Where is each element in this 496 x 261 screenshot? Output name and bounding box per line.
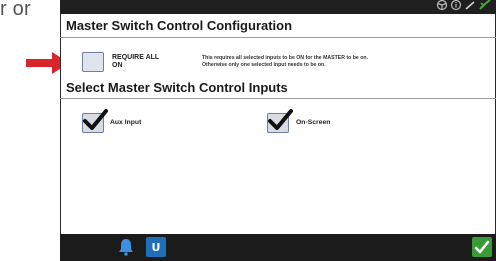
steering-wheel-icon xyxy=(436,0,448,16)
section-divider xyxy=(60,37,496,38)
inputs-section-title: Select Master Switch Control Inputs xyxy=(66,80,288,95)
pen-icon xyxy=(464,0,476,16)
aux-input-checkbox[interactable] xyxy=(82,109,108,133)
bottom-toolbar: U xyxy=(60,234,496,261)
alarm-button[interactable] xyxy=(116,237,136,257)
status-icons xyxy=(436,0,492,14)
section-divider xyxy=(60,98,496,99)
checkmark-icon xyxy=(474,240,490,254)
aux-input-label: Aux Input xyxy=(110,119,142,126)
checkmark-icon xyxy=(268,109,293,130)
config-section-title: Master Switch Control Configuration xyxy=(66,18,293,33)
ut-icon: U xyxy=(151,240,161,254)
universal-terminal-button[interactable]: U xyxy=(146,237,166,257)
description-line-2: Otherwise only one selected input needs … xyxy=(202,62,326,68)
require-all-description: This requires all selected inputs to be … xyxy=(202,55,482,69)
display-screen: Master Switch Control Configuration REQU… xyxy=(60,0,496,261)
on-screen-checkbox[interactable] xyxy=(267,109,293,133)
description-line-1: This requires all selected inputs to be … xyxy=(202,55,369,61)
checkmark-icon xyxy=(83,109,108,130)
info-icon xyxy=(450,0,462,16)
require-all-label: REQUIRE ALL ON xyxy=(112,54,182,70)
on-screen-label: On-Screen xyxy=(296,119,331,126)
satellite-icon xyxy=(478,0,492,16)
require-all-label-text: REQUIRE ALL ON xyxy=(112,54,160,69)
require-all-checkbox[interactable] xyxy=(82,52,104,72)
confirm-button[interactable] xyxy=(472,237,492,257)
bell-icon xyxy=(119,239,133,256)
background-text-fragment: r or xyxy=(0,0,31,20)
status-bar xyxy=(60,0,496,14)
